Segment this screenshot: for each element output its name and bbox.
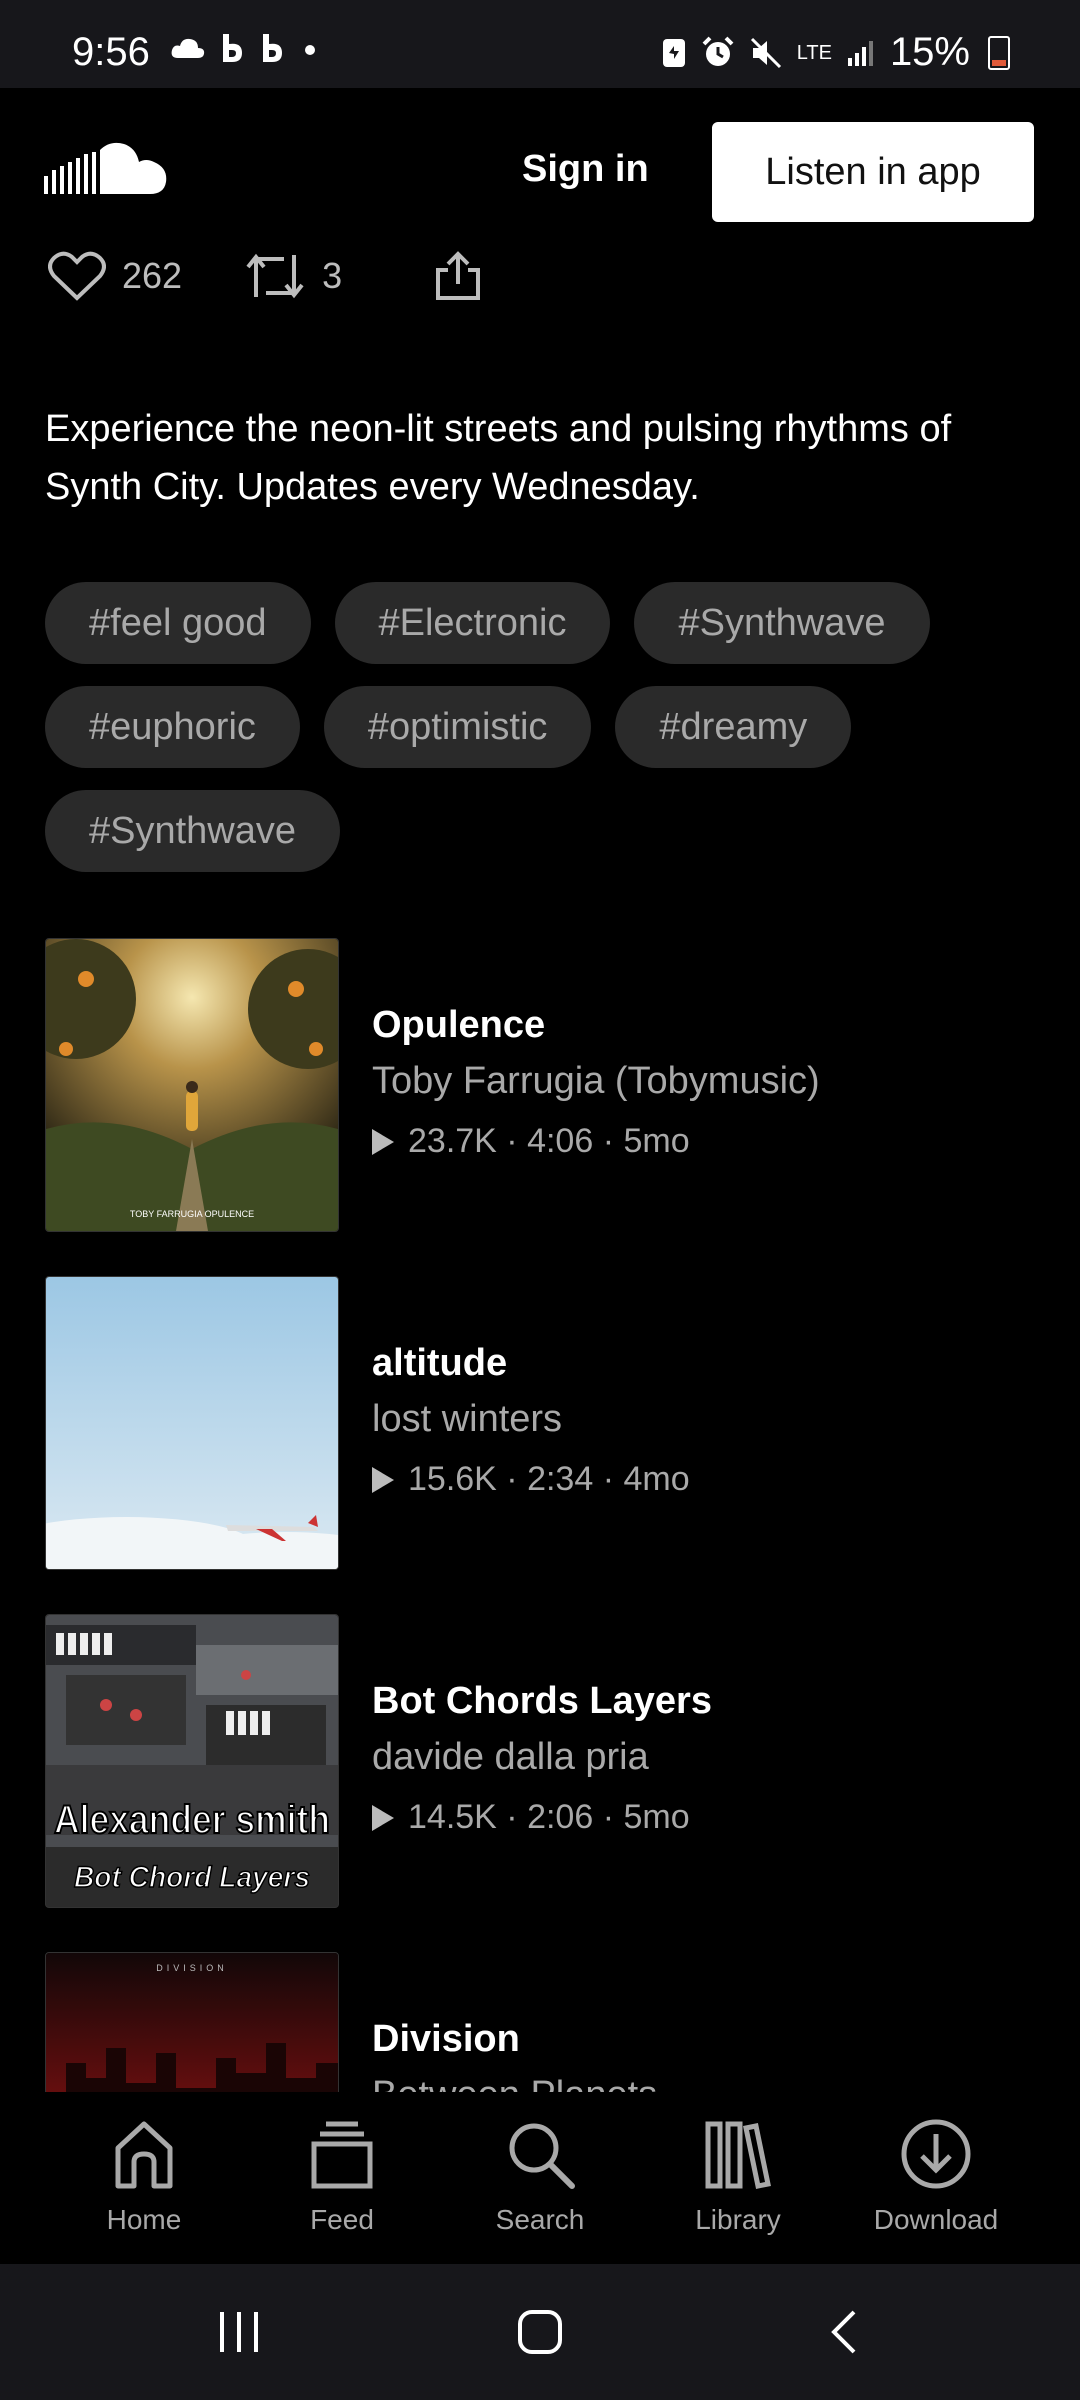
track-meta: 14.5K · 2:06 · 5mo	[372, 1798, 690, 1837]
recent-apps-icon[interactable]	[216, 2308, 262, 2356]
track-artwork[interactable]	[45, 1276, 339, 1570]
track-duration: 4:06	[527, 1122, 594, 1160]
library-icon	[705, 2121, 771, 2189]
nav-label: Feed	[310, 2204, 374, 2235]
tag-chip[interactable]: #euphoric	[45, 686, 300, 768]
download-icon	[901, 2119, 971, 2189]
track-title[interactable]: Opulence	[372, 1004, 545, 1047]
heart-icon	[48, 251, 106, 301]
artwork-caption: DIVISION	[156, 1963, 228, 1973]
tag-chip[interactable]: #Synthwave	[45, 790, 341, 872]
share-button[interactable]	[434, 250, 498, 302]
sync-icon	[662, 38, 685, 67]
status-system-icons: LTE 15%	[661, 30, 1010, 75]
play-count: 23.7K	[408, 1122, 497, 1160]
sign-in-link[interactable]: Sign in	[522, 148, 649, 191]
track-duration: 2:06	[527, 1798, 594, 1836]
track-age: 5mo	[623, 1122, 690, 1160]
like-button[interactable]: 262	[48, 250, 182, 302]
track-artwork[interactable]: TOBY FARRUGIA OPULENCE	[45, 938, 339, 1232]
track-artist[interactable]: davide dalla pria	[372, 1736, 649, 1779]
nav-label: Search	[495, 2204, 585, 2235]
track-item[interactable]: Alexander smith Bot Chord Layers Bot Cho…	[45, 1614, 1045, 1952]
back-icon[interactable]	[826, 2308, 862, 2356]
nav-label: Home	[106, 2204, 182, 2235]
track-age: 5mo	[623, 1798, 690, 1836]
track-title[interactable]: Bot Chords Layers	[372, 1680, 712, 1723]
like-count: 262	[122, 255, 183, 296]
track-item[interactable]: altitude lost winters 15.6K · 2:34 · 4mo	[45, 1276, 1045, 1614]
nav-label: Download	[873, 2204, 999, 2235]
artwork-caption: TOBY FARRUGIA OPULENCE	[130, 1209, 254, 1219]
home-button-icon[interactable]	[516, 2308, 564, 2356]
nav-feed[interactable]: Feed	[262, 2118, 422, 2236]
network-type: LTE	[796, 41, 832, 64]
dot-icon	[305, 45, 315, 55]
nav-library[interactable]: Library	[658, 2118, 818, 2236]
tag-chip[interactable]: #Electronic	[334, 582, 611, 664]
repost-icon	[246, 253, 304, 299]
cloud-icon	[171, 38, 205, 58]
b-app-icon	[263, 34, 282, 62]
status-bar: 9:56 LTE 15%	[0, 0, 1080, 88]
track-title[interactable]: altitude	[372, 1342, 507, 1385]
nav-search[interactable]: Search	[460, 2118, 620, 2236]
track-actions: 262 3	[48, 250, 560, 302]
b-app-icon	[223, 34, 242, 62]
status-notification-icons	[170, 32, 320, 64]
repost-count: 3	[322, 255, 343, 296]
system-navigation-bar	[0, 2264, 1080, 2400]
track-item[interactable]: TOBY FARRUGIA OPULENCE Opulence Toby Far…	[45, 938, 1045, 1276]
play-icon	[372, 1804, 394, 1831]
playlist-description: Experience the neon-lit streets and puls…	[45, 408, 952, 508]
track-artist[interactable]: lost winters	[372, 1398, 562, 1441]
signal-icon	[847, 40, 873, 66]
track-list: TOBY FARRUGIA OPULENCE Opulence Toby Far…	[45, 938, 1045, 2290]
tag-list: #feel good #Electronic #Synthwave #eupho…	[45, 582, 1045, 872]
tag-chip[interactable]: #feel good	[45, 582, 311, 664]
track-age: 4mo	[623, 1460, 690, 1498]
artwork-line-1: Alexander smith	[54, 1798, 330, 1842]
play-count: 14.5K	[408, 1798, 497, 1836]
track-duration: 2:34	[527, 1460, 594, 1498]
bottom-navigation: Home Feed Search Library Download	[0, 2092, 1080, 2262]
track-meta: 23.7K · 4:06 · 5mo	[372, 1122, 690, 1161]
nav-download[interactable]: Download	[856, 2118, 1016, 2236]
play-icon	[372, 1466, 394, 1493]
artwork-bot-chords: Alexander smith Bot Chord Layers	[46, 1615, 338, 1907]
mute-icon	[750, 37, 781, 68]
battery-percent: 15%	[889, 30, 970, 74]
listen-in-app-button[interactable]: Listen in app	[712, 122, 1034, 222]
share-icon	[436, 251, 481, 300]
soundcloud-logo[interactable]	[44, 140, 172, 202]
track-artwork[interactable]: Alexander smith Bot Chord Layers	[45, 1614, 339, 1908]
status-time: 9:56	[72, 30, 150, 74]
search-icon	[509, 2123, 575, 2189]
artwork-opulence: TOBY FARRUGIA OPULENCE	[46, 939, 338, 1231]
track-meta: 15.6K · 2:34 · 4mo	[372, 1460, 690, 1499]
home-icon	[115, 2121, 173, 2189]
repost-button[interactable]: 3	[244, 251, 342, 301]
nav-label: Library	[695, 2204, 781, 2235]
track-title[interactable]: Division	[372, 2018, 520, 2061]
artwork-line-2: Bot Chord Layers	[74, 1861, 310, 1894]
nav-home[interactable]: Home	[64, 2118, 224, 2236]
artwork-altitude	[46, 1277, 338, 1569]
tag-chip[interactable]: #optimistic	[323, 686, 592, 768]
play-count: 15.6K	[408, 1460, 497, 1498]
feed-icon	[311, 2121, 373, 2189]
tag-chip[interactable]: #Synthwave	[634, 582, 930, 664]
play-icon	[372, 1128, 394, 1155]
alarm-icon	[702, 36, 734, 66]
track-artist[interactable]: Toby Farrugia (Tobymusic)	[372, 1060, 820, 1103]
battery-icon	[988, 35, 1010, 70]
tag-chip[interactable]: #dreamy	[615, 686, 852, 768]
